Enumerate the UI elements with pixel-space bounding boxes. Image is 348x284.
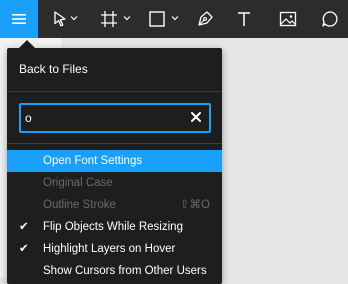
checkmark-icon: ✔: [19, 243, 29, 255]
frame-tool-icon: [100, 10, 118, 28]
image-tool-icon: [279, 10, 297, 28]
menu-item-label: Original Case: [43, 177, 113, 189]
rectangle-tool-icon: [148, 10, 166, 28]
top-toolbar: [0, 0, 348, 38]
back-to-files-link[interactable]: Back to Files: [19, 62, 88, 76]
menu-item-open-font-settings[interactable]: Open Font Settings: [7, 150, 222, 172]
menu-item-flip-objects-while-resizing[interactable]: ✔ Flip Objects While Resizing: [7, 216, 222, 238]
hamburger-menu-icon: [11, 12, 27, 26]
checkmark-icon: ✔: [19, 221, 29, 233]
shape-tool-chevron-down-icon[interactable]: [171, 15, 179, 21]
menu-search-input[interactable]: [25, 108, 185, 128]
move-tool-icon: [52, 10, 68, 28]
image-tool-button[interactable]: [276, 0, 300, 38]
comment-tool-button[interactable]: [318, 0, 342, 38]
text-tool-icon: [235, 10, 253, 28]
frame-tool-button[interactable]: [98, 0, 120, 38]
menu-search-field[interactable]: [19, 103, 211, 133]
main-menu-dropdown: Back to Files Open Font Settings Origina…: [7, 48, 222, 284]
menu-item-label: Open Font Settings: [43, 155, 143, 167]
comment-tool-icon: [321, 10, 339, 28]
menu-item-label: Flip Objects While Resizing: [43, 221, 183, 233]
menu-item-show-cursors-from-other-users[interactable]: Show Cursors from Other Users: [7, 260, 222, 282]
menu-item-label: Highlight Layers on Hover: [43, 243, 176, 255]
frame-tool-chevron-down-icon[interactable]: [123, 15, 131, 21]
menu-item-original-case: Original Case: [7, 172, 222, 194]
main-menu-button[interactable]: [0, 0, 38, 38]
menu-item-label: Outline Stroke: [43, 199, 116, 211]
pen-tool-button[interactable]: [193, 0, 217, 38]
menu-caret: [19, 40, 35, 48]
menu-item-outline-stroke: Outline Stroke ⇧⌘O: [7, 194, 222, 216]
menu-divider: [7, 91, 222, 92]
clear-search-icon[interactable]: [189, 110, 203, 124]
menu-item-highlight-layers-on-hover[interactable]: ✔ Highlight Layers on Hover: [7, 238, 222, 260]
menu-divider: [7, 143, 222, 144]
menu-item-label: Show Cursors from Other Users: [43, 265, 207, 277]
move-tool-button[interactable]: [50, 0, 70, 38]
move-tool-chevron-down-icon[interactable]: [70, 15, 78, 21]
menu-item-shortcut: ⇧⌘O: [179, 199, 210, 211]
rectangle-tool-button[interactable]: [146, 0, 168, 38]
text-tool-button[interactable]: [232, 0, 256, 38]
pen-tool-icon: [196, 10, 214, 28]
